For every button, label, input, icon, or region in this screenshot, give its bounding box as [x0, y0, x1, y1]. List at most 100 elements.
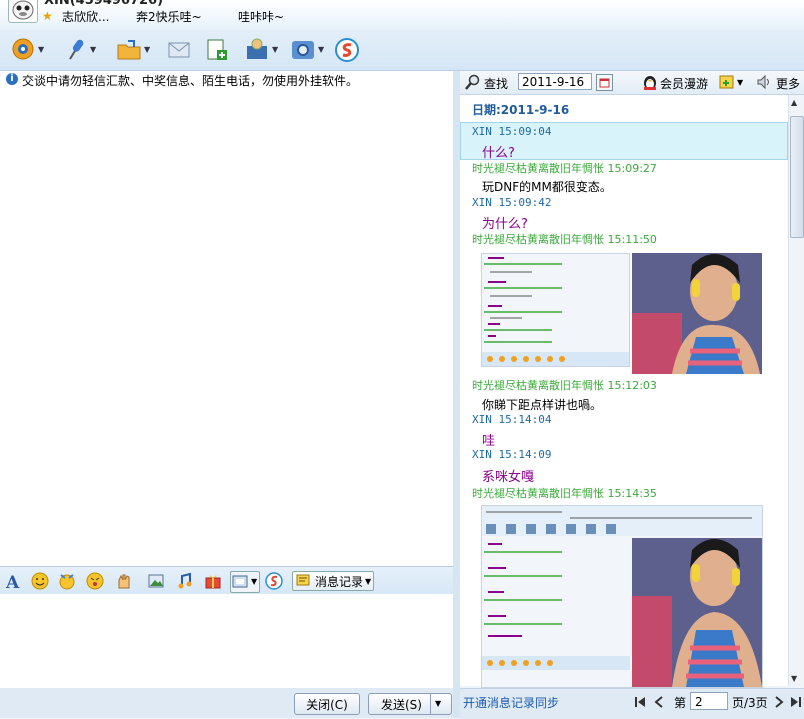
- scroll-down-icon[interactable]: ▼: [791, 674, 797, 683]
- scroll-up-icon[interactable]: ▲: [791, 98, 797, 107]
- info-icon: i: [6, 73, 18, 85]
- message-text: 哇: [482, 434, 496, 449]
- settings-button[interactable]: ▼: [290, 36, 326, 64]
- page-total: 页/3页: [732, 696, 768, 710]
- message-text: 你睇下距点样讲也喎。: [482, 398, 603, 412]
- previous-page-icon[interactable]: [654, 696, 664, 708]
- chevron-down-icon: ▼: [144, 45, 151, 54]
- export-icon: [719, 75, 734, 89]
- calendar-icon: [599, 78, 610, 88]
- send-label: 发送(S): [381, 697, 422, 712]
- chevron-down-icon: ▼: [90, 45, 97, 54]
- chevron-down-icon: ▼: [318, 45, 325, 54]
- webcam-icon: [12, 38, 34, 60]
- history-date-heading: 日期:2011-9-16: [472, 103, 570, 117]
- screenshot-thumbnail: [482, 257, 629, 366]
- message-sender: 时光褪尽枯黄离散旧年惆怅 15:11:50: [472, 233, 657, 246]
- gift-icon[interactable]: [204, 572, 222, 590]
- more-link[interactable]: 更多: [776, 75, 800, 92]
- message-record-label: 消息记录: [315, 574, 364, 589]
- mail-icon: [168, 42, 190, 58]
- screenshot-thumbnail-2: [482, 506, 762, 687]
- sync-records-link[interactable]: 开通消息记录同步: [463, 694, 559, 711]
- next-page-icon[interactable]: [774, 696, 784, 708]
- chat-display[interactable]: [0, 71, 453, 566]
- person-photo: [632, 253, 762, 374]
- calendar-button[interactable]: [596, 74, 613, 91]
- message-text: 系咪女嘎: [482, 470, 535, 485]
- message-sender: 时光褪尽枯黄离散旧年惆怅 15:12:03: [472, 379, 657, 392]
- folder-icon: [117, 40, 141, 60]
- message-record-button[interactable]: 消息记录 ▼: [292, 571, 374, 591]
- voice-button[interactable]: ▼: [62, 36, 98, 64]
- message-text: 什么?: [482, 146, 515, 161]
- page-prefix: 第: [674, 696, 687, 710]
- webcam-photo[interactable]: [632, 253, 762, 374]
- message-sender: XIN 15:14:09: [472, 448, 552, 461]
- send-button[interactable]: 发送(S) ▼: [368, 693, 452, 715]
- app-button[interactable]: [204, 36, 230, 64]
- gear-icon: [292, 41, 314, 59]
- status-text: 志欣欣...: [62, 10, 110, 24]
- chevron-down-icon: ▼: [38, 45, 45, 54]
- emoji-icon[interactable]: [31, 572, 49, 590]
- page-number-input[interactable]: 2: [690, 692, 728, 710]
- chat-screenshot-image-2[interactable]: [481, 505, 763, 688]
- remote-assist-button[interactable]: ▼: [244, 36, 280, 64]
- signature-text-2: 哇咔咔~: [238, 10, 285, 24]
- chevron-down-icon: ▼: [365, 576, 372, 586]
- chevron-down-icon: ▼: [251, 577, 258, 586]
- search-label[interactable]: 查找: [484, 75, 508, 92]
- screenshot-button[interactable]: ▼: [230, 571, 260, 593]
- message-text: 为什么?: [482, 217, 528, 232]
- message-sender: XIN 15:09:42: [472, 196, 552, 209]
- soso-small-icon[interactable]: [265, 572, 283, 590]
- hand-icon[interactable]: [115, 572, 133, 590]
- chevron-down-icon[interactable]: ▼: [435, 699, 441, 708]
- message-sender: XIN 15:09:04: [472, 125, 552, 138]
- chevron-down-icon: ▼: [737, 78, 744, 87]
- svg-text:A: A: [5, 573, 20, 590]
- export-button[interactable]: ▼: [718, 73, 746, 91]
- divider: [430, 694, 431, 714]
- chevron-down-icon: ▼: [272, 45, 279, 54]
- first-page-icon[interactable]: [634, 696, 646, 708]
- signature-text: 奔2快乐哇~: [136, 10, 202, 24]
- soso-icon: [335, 38, 359, 62]
- contact-card-icon: [247, 38, 267, 59]
- file-transfer-button[interactable]: ▼: [116, 36, 152, 64]
- music-icon[interactable]: [176, 572, 194, 590]
- sms-button[interactable]: [166, 36, 192, 64]
- message-sender: 时光褪尽枯黄离散旧年惆怅 15:14:35: [472, 487, 657, 500]
- microphone-icon: [69, 39, 84, 60]
- video-button[interactable]: ▼: [10, 36, 46, 64]
- message-text: 玩DNF的MM都很变态。: [482, 180, 612, 194]
- pane-splitter[interactable]: [453, 71, 460, 718]
- message-input[interactable]: [0, 594, 453, 688]
- star-icon: ★: [42, 9, 53, 23]
- history-toolbar: [460, 71, 804, 95]
- vip-penguin-icon: [644, 76, 656, 90]
- search-icon[interactable]: [465, 74, 481, 90]
- magic-emoji-icon[interactable]: [58, 572, 76, 590]
- last-page-icon[interactable]: [790, 696, 802, 708]
- chat-screenshot-image[interactable]: [481, 253, 630, 367]
- message-sender: XIN 15:14:04: [472, 413, 552, 426]
- soso-button[interactable]: [334, 36, 360, 64]
- date-field[interactable]: 2011-9-16: [518, 73, 592, 90]
- nudge-icon[interactable]: [86, 572, 104, 590]
- scrollbar-thumb[interactable]: [790, 116, 804, 238]
- main-toolbar: ▼ ▼ ▼ ▼ ▼: [0, 30, 804, 71]
- font-icon[interactable]: A: [4, 572, 22, 590]
- close-button[interactable]: 关闭(C): [294, 693, 360, 715]
- speaker-icon[interactable]: [756, 74, 772, 90]
- security-warning: 交谈中请勿轻信汇款、中奖信息、陌生电话，勿使用外挂软件。: [22, 74, 359, 88]
- vip-roaming-link[interactable]: 会员漫游: [660, 75, 708, 92]
- avatar[interactable]: [8, 0, 38, 23]
- penguin-icon: [12, 0, 34, 20]
- screenshot-icon: [232, 575, 248, 588]
- document-add-icon: [207, 39, 227, 60]
- history-icon: [296, 574, 310, 586]
- input-toolbar: A ▼: [0, 566, 453, 595]
- image-icon[interactable]: [147, 572, 165, 590]
